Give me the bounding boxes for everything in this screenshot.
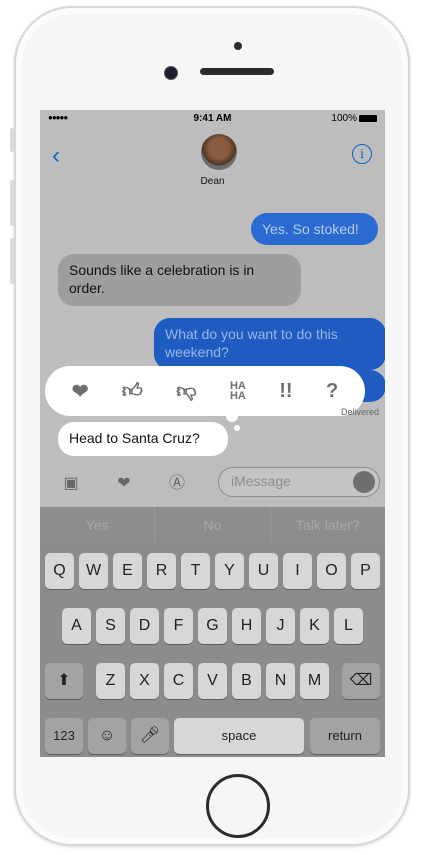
contact-name[interactable]: Dean bbox=[40, 176, 385, 187]
info-icon[interactable]: i bbox=[352, 144, 372, 164]
mute-switch bbox=[10, 128, 14, 152]
shift-icon: ⬆ bbox=[57, 672, 71, 689]
tapback-tail bbox=[226, 410, 238, 422]
key-g[interactable]: G bbox=[198, 608, 227, 644]
exclamation-icon[interactable]: !! bbox=[279, 380, 292, 403]
dictation-key[interactable]: 🎤︎ bbox=[131, 718, 169, 754]
prediction-no[interactable]: No bbox=[155, 507, 271, 543]
question-icon[interactable]: ? bbox=[326, 380, 338, 403]
volume-up-button bbox=[10, 180, 14, 226]
key-c[interactable]: C bbox=[164, 663, 193, 699]
tapback-menu: ❤ 👍︎ 👎︎ HA HA !! ? bbox=[45, 366, 365, 416]
chevron-left-icon[interactable]: ‹ bbox=[52, 142, 60, 170]
key-r[interactable]: R bbox=[147, 553, 176, 589]
tapback-tail bbox=[234, 425, 240, 431]
thumbs-up-icon[interactable]: 👍︎ bbox=[122, 379, 143, 403]
key-s[interactable]: S bbox=[96, 608, 125, 644]
emoji-key[interactable]: ☺ bbox=[88, 718, 126, 754]
key-j[interactable]: J bbox=[266, 608, 295, 644]
key-w[interactable]: W bbox=[79, 553, 108, 589]
home-button[interactable] bbox=[206, 774, 270, 838]
key-h[interactable]: H bbox=[232, 608, 261, 644]
avatar[interactable] bbox=[201, 134, 237, 170]
key-x[interactable]: X bbox=[130, 663, 159, 699]
heart-icon[interactable]: ❤ bbox=[72, 379, 89, 404]
volume-down-button bbox=[10, 238, 14, 284]
key-v[interactable]: V bbox=[198, 663, 227, 699]
return-key[interactable]: return bbox=[310, 718, 380, 754]
key-i[interactable]: I bbox=[283, 553, 312, 589]
key-q[interactable]: Q bbox=[45, 553, 74, 589]
microphone-icon: 🎤︎ bbox=[139, 727, 161, 744]
battery-icon bbox=[359, 114, 377, 122]
key-e[interactable]: E bbox=[113, 553, 142, 589]
space-key[interactable]: space bbox=[174, 718, 304, 754]
camera-icon[interactable]: ▣ bbox=[58, 473, 84, 495]
key-k[interactable]: K bbox=[300, 608, 329, 644]
key-z[interactable]: Z bbox=[96, 663, 125, 699]
shift-key[interactable]: ⬆ bbox=[45, 663, 83, 699]
message-outgoing[interactable]: Yes. So stoked! bbox=[251, 213, 378, 245]
delete-key[interactable]: ⌫ bbox=[342, 663, 380, 699]
front-camera bbox=[164, 66, 178, 80]
prediction-yes[interactable]: Yes bbox=[40, 507, 156, 543]
message-outgoing[interactable]: What do you want to do this weekend? bbox=[154, 318, 385, 370]
numbers-key[interactable]: 123 bbox=[45, 718, 83, 754]
message-input-placeholder: iMessage bbox=[231, 473, 291, 489]
key-t[interactable]: T bbox=[181, 553, 210, 589]
prediction-talk-later[interactable]: Talk later? bbox=[271, 507, 385, 543]
app-store-icon[interactable]: Ⓐ bbox=[164, 473, 190, 495]
battery-percent: 100% bbox=[331, 113, 357, 124]
key-m[interactable]: M bbox=[300, 663, 329, 699]
emoji-icon: ☺ bbox=[98, 727, 116, 744]
haha-icon[interactable]: HA HA bbox=[230, 381, 246, 402]
backspace-icon: ⌫ bbox=[349, 672, 373, 689]
earpiece-speaker bbox=[200, 68, 274, 75]
status-bar: ●●●●● 9:41 AM 100% bbox=[40, 110, 385, 126]
key-o[interactable]: O bbox=[317, 553, 346, 589]
screen: ●●●●● 9:41 AM 100% ‹ Dean i Yes. So stok… bbox=[40, 110, 385, 757]
key-a[interactable]: A bbox=[62, 608, 91, 644]
thumbs-down-icon[interactable]: 👎︎ bbox=[176, 379, 196, 403]
key-n[interactable]: N bbox=[266, 663, 295, 699]
digital-touch-icon[interactable]: ❤ bbox=[111, 473, 137, 495]
key-u[interactable]: U bbox=[249, 553, 278, 589]
battery-status: 100% bbox=[331, 113, 377, 124]
delivered-status: Delivered bbox=[340, 407, 379, 417]
dictation-icon[interactable] bbox=[353, 471, 375, 493]
key-l[interactable]: L bbox=[334, 608, 363, 644]
message-incoming[interactable]: Sounds like a celebration is in order. bbox=[58, 254, 301, 306]
predictive-bar: Yes No Talk later? bbox=[40, 507, 385, 543]
key-f[interactable]: F bbox=[164, 608, 193, 644]
key-p[interactable]: P bbox=[351, 553, 380, 589]
message-input[interactable]: iMessage bbox=[218, 467, 380, 497]
key-d[interactable]: D bbox=[130, 608, 159, 644]
message-incoming-selected[interactable]: Head to Santa Cruz? bbox=[58, 422, 228, 456]
key-b[interactable]: B bbox=[232, 663, 261, 699]
proximity-sensor bbox=[234, 42, 242, 50]
key-y[interactable]: Y bbox=[215, 553, 244, 589]
keyboard: Yes No Talk later? Q W E R T Y U I O P A… bbox=[40, 507, 385, 757]
